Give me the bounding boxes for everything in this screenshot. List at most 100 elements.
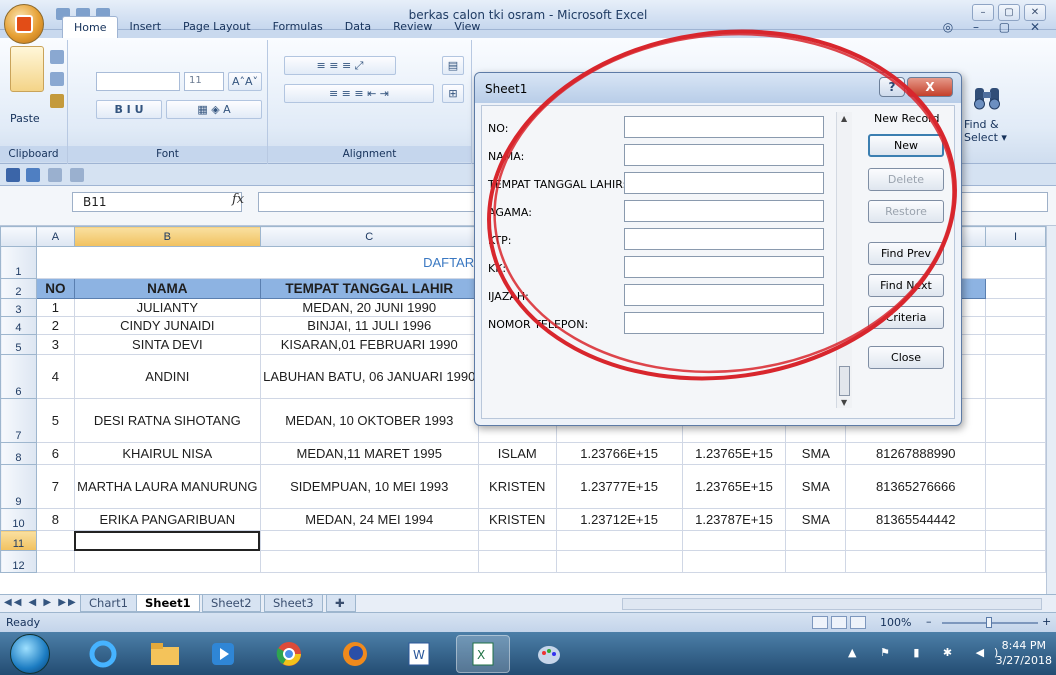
- row-header[interactable]: 6: [0, 354, 37, 399]
- cell-no[interactable]: 2: [35, 316, 75, 335]
- table-cell[interactable]: [555, 530, 683, 551]
- row-header[interactable]: 4: [0, 316, 37, 335]
- table-cell[interactable]: [985, 530, 1046, 551]
- cell-ktp[interactable]: 1.23712E+15: [555, 508, 683, 531]
- tab-review[interactable]: Review: [382, 16, 443, 38]
- close-button[interactable]: Close: [868, 346, 944, 369]
- row-header-12[interactable]: 12: [0, 550, 37, 573]
- table-cell[interactable]: [73, 550, 261, 573]
- new-button[interactable]: New: [868, 134, 944, 157]
- zoom-slider-knob[interactable]: [986, 617, 992, 628]
- column-header-b[interactable]: B: [73, 226, 261, 247]
- cell-kk[interactable]: 1.23765E+15: [681, 442, 787, 465]
- page-break-view-icon[interactable]: [850, 616, 866, 629]
- row-header[interactable]: 3: [0, 298, 37, 317]
- paint-icon[interactable]: [522, 635, 576, 673]
- font-size-combo[interactable]: 11: [184, 72, 224, 91]
- start-button[interactable]: [10, 634, 50, 674]
- cell-kk[interactable]: 1.23787E+15: [681, 508, 787, 531]
- table-cell[interactable]: [985, 334, 1046, 355]
- field-input-agama[interactable]: [624, 200, 824, 222]
- media-player-icon[interactable]: [196, 635, 250, 673]
- tab-formulas[interactable]: Formulas: [262, 16, 334, 38]
- row-header-2[interactable]: 2: [0, 278, 37, 299]
- chrome-icon[interactable]: [262, 635, 316, 673]
- zoom-in-button[interactable]: +: [1042, 615, 1051, 628]
- wrap-text-icon[interactable]: ▤: [442, 56, 464, 75]
- tab-sheet1[interactable]: Sheet1: [136, 595, 200, 612]
- header-no[interactable]: NO: [35, 278, 75, 299]
- redo-icon[interactable]: [48, 168, 62, 182]
- row-header[interactable]: 10: [0, 508, 37, 531]
- table-cell[interactable]: [985, 508, 1046, 531]
- system-clock[interactable]: 8:44 PM 3/27/2018: [996, 638, 1052, 668]
- select-all-corner[interactable]: [0, 226, 37, 247]
- save-icon[interactable]: [6, 168, 20, 182]
- cell-ktp[interactable]: 1.23766E+15: [555, 442, 683, 465]
- merge-center-icon[interactable]: ⊞: [442, 84, 464, 103]
- cut-icon[interactable]: [50, 50, 64, 64]
- table-cell[interactable]: [35, 530, 75, 551]
- find-select-button[interactable]: Find & Select ▾: [964, 118, 1007, 144]
- cell-kk[interactable]: 1.23765E+15: [681, 464, 787, 509]
- zoom-level[interactable]: 100%: [880, 616, 911, 629]
- column-header-c[interactable]: C: [259, 226, 479, 247]
- column-header-i[interactable]: I: [985, 226, 1046, 247]
- table-cell[interactable]: [845, 530, 987, 551]
- cell-ttl[interactable]: BINJAI, 11 JULI 1996: [259, 316, 479, 335]
- cell-nama[interactable]: SINTA DEVI: [73, 334, 261, 355]
- table-cell[interactable]: [985, 354, 1046, 399]
- header-ttl[interactable]: TEMPAT TANGGAL LAHIR: [259, 278, 479, 299]
- find-prev-button[interactable]: Find Prev: [868, 242, 944, 265]
- cell-no[interactable]: 8: [35, 508, 75, 531]
- cell-no[interactable]: 6: [35, 442, 75, 465]
- normal-view-icon[interactable]: [812, 616, 828, 629]
- cell-telepon[interactable]: 81365544442: [845, 508, 987, 531]
- grow-shrink-font-buttons[interactable]: A˄A˅: [228, 72, 262, 91]
- field-input-ttl[interactable]: [624, 172, 824, 194]
- table-cell[interactable]: [985, 464, 1046, 509]
- table-cell[interactable]: [985, 316, 1046, 335]
- cell-agama[interactable]: KRISTEN: [477, 508, 557, 531]
- table-cell[interactable]: [555, 550, 683, 573]
- internet-explorer-icon[interactable]: [76, 635, 130, 673]
- scroll-up-icon[interactable]: ▲: [841, 114, 847, 123]
- table-cell[interactable]: [35, 550, 75, 573]
- cell-ttl[interactable]: MEDAN, 10 OKTOBER 1993: [259, 398, 479, 443]
- cell-nama[interactable]: DESI RATNA SIHOTANG: [73, 398, 261, 443]
- ribbon-help-controls[interactable]: ◎ – ▢ ✕: [943, 20, 1048, 34]
- form-icon[interactable]: [70, 168, 84, 182]
- word-icon[interactable]: W: [392, 635, 446, 673]
- tab-chart1[interactable]: Chart1: [80, 595, 137, 612]
- vertical-align-buttons[interactable]: ≡ ≡ ≡ ⤢: [284, 56, 396, 75]
- sheet-nav-arrows[interactable]: ◀◀ ◀ ▶ ▶▶: [4, 597, 78, 608]
- row-header[interactable]: 9: [0, 464, 37, 509]
- name-box[interactable]: B11: [72, 192, 242, 212]
- minimize-button[interactable]: –: [972, 4, 994, 21]
- office-button[interactable]: [4, 4, 44, 44]
- file-explorer-icon[interactable]: [138, 635, 192, 673]
- cell-ttl[interactable]: MEDAN,11 MARET 1995: [259, 442, 479, 465]
- tab-home[interactable]: Home: [62, 16, 119, 38]
- criteria-button[interactable]: Criteria: [868, 306, 944, 329]
- system-tray-icons[interactable]: ▲ ⚑ ▮ ✱ ◀): [848, 646, 1008, 659]
- field-input-no[interactable]: [624, 116, 824, 138]
- paste-button-label[interactable]: Paste: [10, 112, 40, 125]
- table-cell[interactable]: [681, 550, 787, 573]
- field-input-ktp[interactable]: [624, 228, 824, 250]
- field-input-ijazah[interactable]: [624, 284, 824, 306]
- tab-insert[interactable]: Insert: [118, 16, 172, 38]
- cell-agama[interactable]: ISLAM: [477, 442, 557, 465]
- record-scroll-thumb[interactable]: [839, 366, 850, 396]
- insert-function-icon[interactable]: fx: [232, 192, 244, 207]
- cell-nama[interactable]: JULIANTY: [73, 298, 261, 317]
- row-header[interactable]: 5: [0, 334, 37, 355]
- close-window-button[interactable]: ✕: [1024, 4, 1046, 21]
- column-header-a[interactable]: A: [35, 226, 75, 247]
- field-input-nama[interactable]: [624, 144, 824, 166]
- table-cell[interactable]: [985, 550, 1046, 573]
- format-painter-icon[interactable]: [50, 94, 64, 108]
- cell-nama[interactable]: CINDY JUNAIDI: [73, 316, 261, 335]
- table-cell[interactable]: [985, 298, 1046, 317]
- cell-telepon[interactable]: 81267888990: [845, 442, 987, 465]
